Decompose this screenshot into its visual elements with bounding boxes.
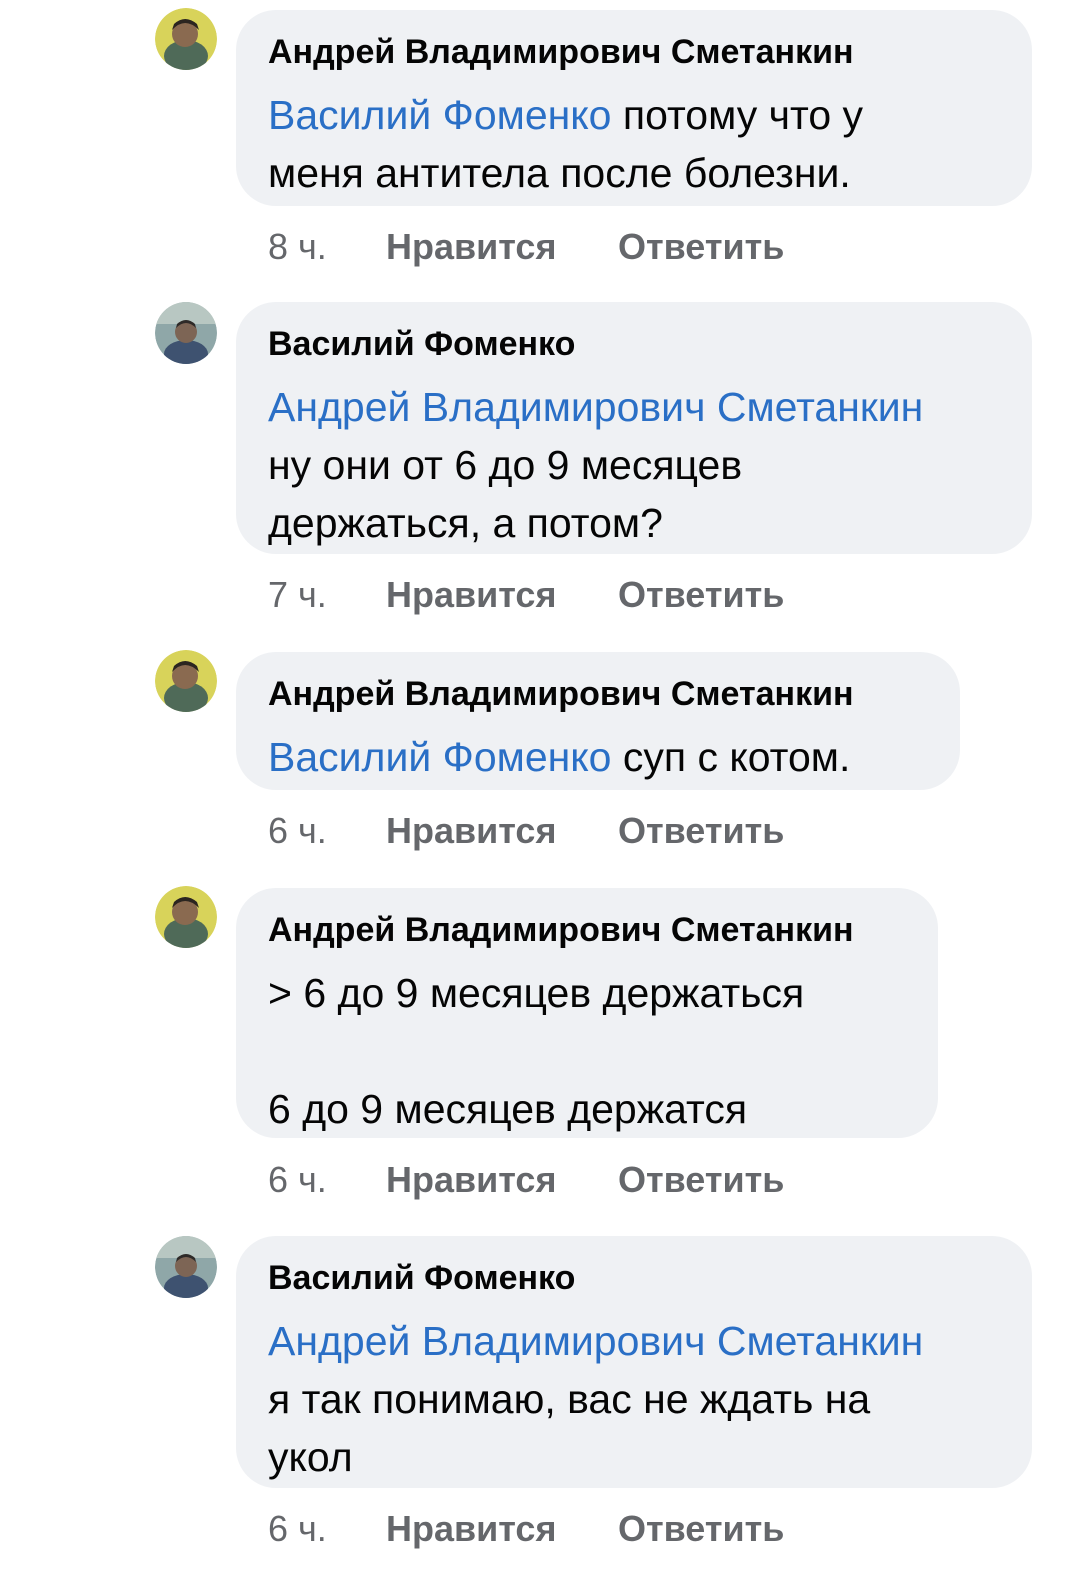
reply-button[interactable]: Ответить	[618, 811, 784, 851]
comment-time[interactable]: 6 ч.	[268, 811, 386, 851]
reply-button[interactable]: Ответить	[618, 227, 784, 267]
avatar-andrey-icon[interactable]	[155, 650, 217, 712]
comment-text-line: Андрей Владимирович Сметанкин	[268, 1312, 1000, 1370]
like-button[interactable]: Нравится	[386, 1509, 618, 1549]
comment-text: укол	[268, 1434, 353, 1480]
reply-button[interactable]: Ответить	[618, 1160, 784, 1200]
comment-bubble: Василий Фоменко Андрей Владимирович Смет…	[236, 1236, 1032, 1488]
comment-author[interactable]: Андрей Владимирович Сметанкин	[268, 32, 1000, 72]
like-button[interactable]: Нравится	[386, 1160, 618, 1200]
mention-link[interactable]: Василий Фоменко	[268, 92, 611, 138]
comment-text-line: укол	[268, 1428, 1000, 1486]
comment-bubble: Василий Фоменко Андрей Владимирович Смет…	[236, 302, 1032, 554]
comment-text: > 6 до 9 месяцев держаться	[268, 970, 805, 1016]
comment-time[interactable]: 7 ч.	[268, 575, 386, 615]
like-button[interactable]: Нравится	[386, 811, 618, 851]
comment-time[interactable]: 8 ч.	[268, 227, 386, 267]
comment-time[interactable]: 6 ч.	[268, 1509, 386, 1549]
comment-meta: 7 ч. Нравится Ответить	[268, 575, 784, 615]
comment-text-line: ну они от 6 до 9 месяцев	[268, 436, 1000, 494]
comment-meta: 6 ч. Нравится Ответить	[268, 1509, 784, 1549]
comment-text-line: держаться, а потом?	[268, 494, 1000, 552]
comment-bubble: Андрей Владимирович Сметанкин Василий Фо…	[236, 10, 1032, 206]
comment-text-line: > 6 до 9 месяцев держаться	[268, 964, 906, 1022]
comment-text-line: 6 до 9 месяцев держатся	[268, 1080, 906, 1138]
like-button[interactable]: Нравится	[386, 227, 618, 267]
mention-link[interactable]: Андрей Владимирович Сметанкин	[268, 384, 923, 430]
comment-author[interactable]: Василий Фоменко	[268, 1258, 1000, 1298]
comment-text: я так понимаю, вас не ждать на	[268, 1376, 871, 1422]
mention-link[interactable]: Андрей Владимирович Сметанкин	[268, 1318, 923, 1364]
mention-link[interactable]: Василий Фоменко	[268, 734, 611, 780]
comment-text: ну они от 6 до 9 месяцев	[268, 442, 743, 488]
comment-text: суп с котом.	[611, 734, 851, 780]
comment-text-line: Андрей Владимирович Сметанкин	[268, 378, 1000, 436]
reply-button[interactable]: Ответить	[618, 575, 784, 615]
comment-text: держаться, а потом?	[268, 500, 663, 546]
comment-text-line: Василий Фоменко потому что у	[268, 86, 1000, 144]
comment-bubble: Андрей Владимирович Сметанкин > 6 до 9 м…	[236, 888, 938, 1138]
comment-author[interactable]: Андрей Владимирович Сметанкин	[268, 674, 928, 714]
like-button[interactable]: Нравится	[386, 575, 618, 615]
avatar-vasily-icon[interactable]	[155, 302, 217, 364]
reply-button[interactable]: Ответить	[618, 1509, 784, 1549]
comment-bubble: Андрей Владимирович Сметанкин Василий Фо…	[236, 652, 960, 790]
avatar-andrey-icon[interactable]	[155, 8, 217, 70]
comment-text-line: Василий Фоменко суп с котом.	[268, 728, 928, 786]
comment-text-line: я так понимаю, вас не ждать на	[268, 1370, 1000, 1428]
avatar-andrey-icon[interactable]	[155, 886, 217, 948]
comment-text: потому что у	[611, 92, 864, 138]
comment-time[interactable]: 6 ч.	[268, 1160, 386, 1200]
comment-text-line: меня антитела после болезни.	[268, 144, 1000, 202]
comment-meta: 6 ч. Нравится Ответить	[268, 811, 784, 851]
comment-author[interactable]: Андрей Владимирович Сметанкин	[268, 910, 906, 950]
comment-meta: 8 ч. Нравится Ответить	[268, 227, 784, 267]
comment-text: 6 до 9 месяцев держатся	[268, 1086, 748, 1132]
comment-author[interactable]: Василий Фоменко	[268, 324, 1000, 364]
comment-text: меня антитела после болезни.	[268, 150, 851, 196]
comment-text-line	[268, 1022, 906, 1080]
avatar-vasily-icon[interactable]	[155, 1236, 217, 1298]
comment-meta: 6 ч. Нравится Ответить	[268, 1160, 784, 1200]
